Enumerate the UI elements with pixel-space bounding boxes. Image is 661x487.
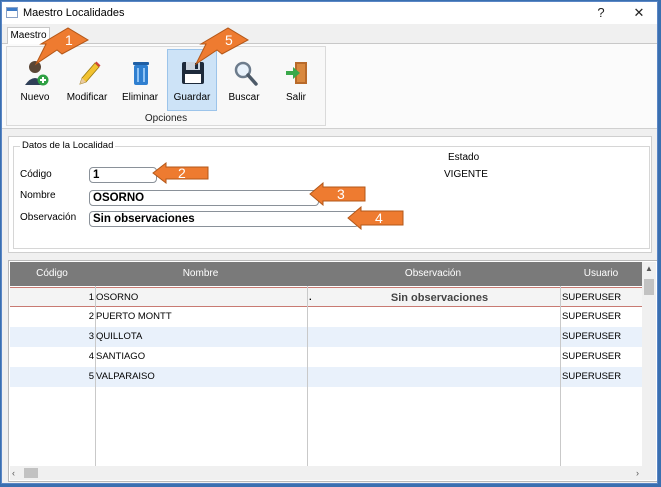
annotation-arrow-3: 3 bbox=[309, 182, 366, 206]
scroll-right-icon[interactable]: › bbox=[636, 468, 639, 478]
ribbon-group-label: Opciones bbox=[144, 113, 188, 124]
title-bar: Maestro Localidades ? ✕ bbox=[2, 2, 657, 24]
estado-value: VIGENTE bbox=[444, 169, 488, 180]
cell-observacion bbox=[309, 367, 559, 387]
column-divider bbox=[307, 286, 308, 472]
cell-nombre: OSORNO bbox=[96, 292, 139, 303]
window-title: Maestro Localidades bbox=[23, 7, 125, 19]
column-header-observacion[interactable]: Observación bbox=[307, 262, 559, 286]
annotation-arrow-4: 4 bbox=[347, 206, 404, 230]
buscar-label: Buscar bbox=[228, 92, 260, 103]
cell-usuario: SUPERUSER bbox=[562, 371, 622, 382]
table-row[interactable]: 1 OSORNO . Sin observaciones SUPERUSER bbox=[10, 287, 642, 307]
horizontal-scroll-thumb[interactable] bbox=[24, 468, 38, 478]
cell-observacion: Sin observaciones bbox=[390, 292, 489, 304]
column-header-nombre[interactable]: Nombre bbox=[95, 262, 306, 286]
cell-usuario: SUPERUSER bbox=[562, 331, 622, 342]
cell-codigo: 5 bbox=[88, 371, 94, 382]
cell-codigo: 3 bbox=[88, 331, 94, 342]
cell-nombre: QUILLOTA bbox=[96, 331, 143, 342]
nuevo-label: Nuevo bbox=[20, 92, 50, 103]
annotation-label-1: 1 bbox=[65, 32, 73, 48]
cell-codigo: 1 bbox=[88, 292, 94, 303]
codigo-label: Código bbox=[20, 169, 52, 180]
ribbon: Nuevo Modificar Eliminar Guardar Buscar … bbox=[2, 44, 657, 129]
observacion-label: Observación bbox=[20, 212, 77, 223]
eliminar-label: Eliminar bbox=[121, 92, 159, 103]
column-divider bbox=[560, 286, 561, 472]
cell-observacion bbox=[309, 307, 559, 327]
column-header-codigo[interactable]: Código bbox=[10, 262, 94, 286]
table-row[interactable]: 5 VALPARAISO SUPERUSER bbox=[10, 367, 642, 387]
column-divider bbox=[95, 286, 96, 472]
annotation-label-5: 5 bbox=[225, 32, 233, 48]
observacion-field[interactable]: Sin observaciones bbox=[89, 211, 359, 227]
trash-can-icon bbox=[133, 62, 149, 85]
cell-observacion bbox=[309, 327, 559, 347]
grid-header: Código Nombre Observación Usuario bbox=[10, 262, 642, 286]
salir-button[interactable]: Salir bbox=[271, 49, 321, 111]
cell-observacion-prefix: . bbox=[309, 292, 312, 303]
main-window: Maestro Localidades ? ✕ Maestro Nuevo Mo… bbox=[1, 1, 658, 484]
vertical-scroll-thumb[interactable] bbox=[644, 279, 654, 295]
cell-usuario: SUPERUSER bbox=[562, 311, 622, 322]
fieldset-legend: Datos de la Localidad bbox=[20, 140, 116, 151]
annotation-arrow-1: 1 bbox=[34, 27, 90, 66]
salir-label: Salir bbox=[285, 92, 306, 103]
scroll-left-icon[interactable]: ‹ bbox=[12, 468, 15, 478]
cell-usuario: SUPERUSER bbox=[562, 292, 622, 303]
codigo-field[interactable]: 1 bbox=[89, 167, 157, 183]
column-header-usuario[interactable]: Usuario bbox=[560, 262, 642, 286]
close-button[interactable]: ✕ bbox=[624, 3, 654, 23]
cell-nombre: VALPARAISO bbox=[96, 371, 155, 382]
exit-door-icon bbox=[286, 62, 307, 84]
app-window-icon bbox=[6, 7, 18, 18]
eliminar-button[interactable]: Eliminar bbox=[115, 49, 165, 111]
cell-codigo: 2 bbox=[88, 311, 94, 322]
cell-usuario: SUPERUSER bbox=[562, 351, 622, 362]
nombre-field[interactable]: OSORNO bbox=[89, 190, 319, 206]
cell-observacion bbox=[309, 347, 559, 367]
cell-nombre: SANTIAGO bbox=[96, 351, 146, 362]
nombre-label: Nombre bbox=[20, 190, 56, 201]
modificar-label: Modificar bbox=[66, 92, 108, 103]
table-row[interactable]: 3 QUILLOTA SUPERUSER bbox=[10, 327, 642, 347]
table-row[interactable]: 2 PUERTO MONTT SUPERUSER bbox=[10, 307, 642, 327]
table-row[interactable]: 4 SANTIAGO SUPERUSER bbox=[10, 347, 642, 367]
vertical-scrollbar[interactable]: ▲ bbox=[642, 262, 656, 466]
cell-nombre: PUERTO MONTT bbox=[96, 311, 172, 322]
localidades-grid[interactable]: Código Nombre Observación Usuario 1 OSOR… bbox=[8, 260, 657, 482]
estado-label: Estado bbox=[448, 152, 480, 163]
cell-codigo: 4 bbox=[88, 351, 94, 362]
scroll-up-icon[interactable]: ▲ bbox=[645, 265, 653, 273]
annotation-label-2: 2 bbox=[178, 165, 186, 181]
horizontal-scrollbar[interactable]: ‹ › bbox=[10, 466, 642, 480]
annotation-arrow-2: 2 bbox=[152, 162, 209, 184]
guardar-label: Guardar bbox=[173, 92, 211, 103]
scroll-corner bbox=[642, 466, 656, 480]
annotation-arrow-5: 5 bbox=[194, 27, 250, 66]
tab-strip: Maestro bbox=[2, 24, 657, 45]
annotation-label-4: 4 bbox=[375, 210, 383, 226]
annotation-label-3: 3 bbox=[337, 186, 345, 202]
help-button[interactable]: ? bbox=[586, 3, 616, 23]
